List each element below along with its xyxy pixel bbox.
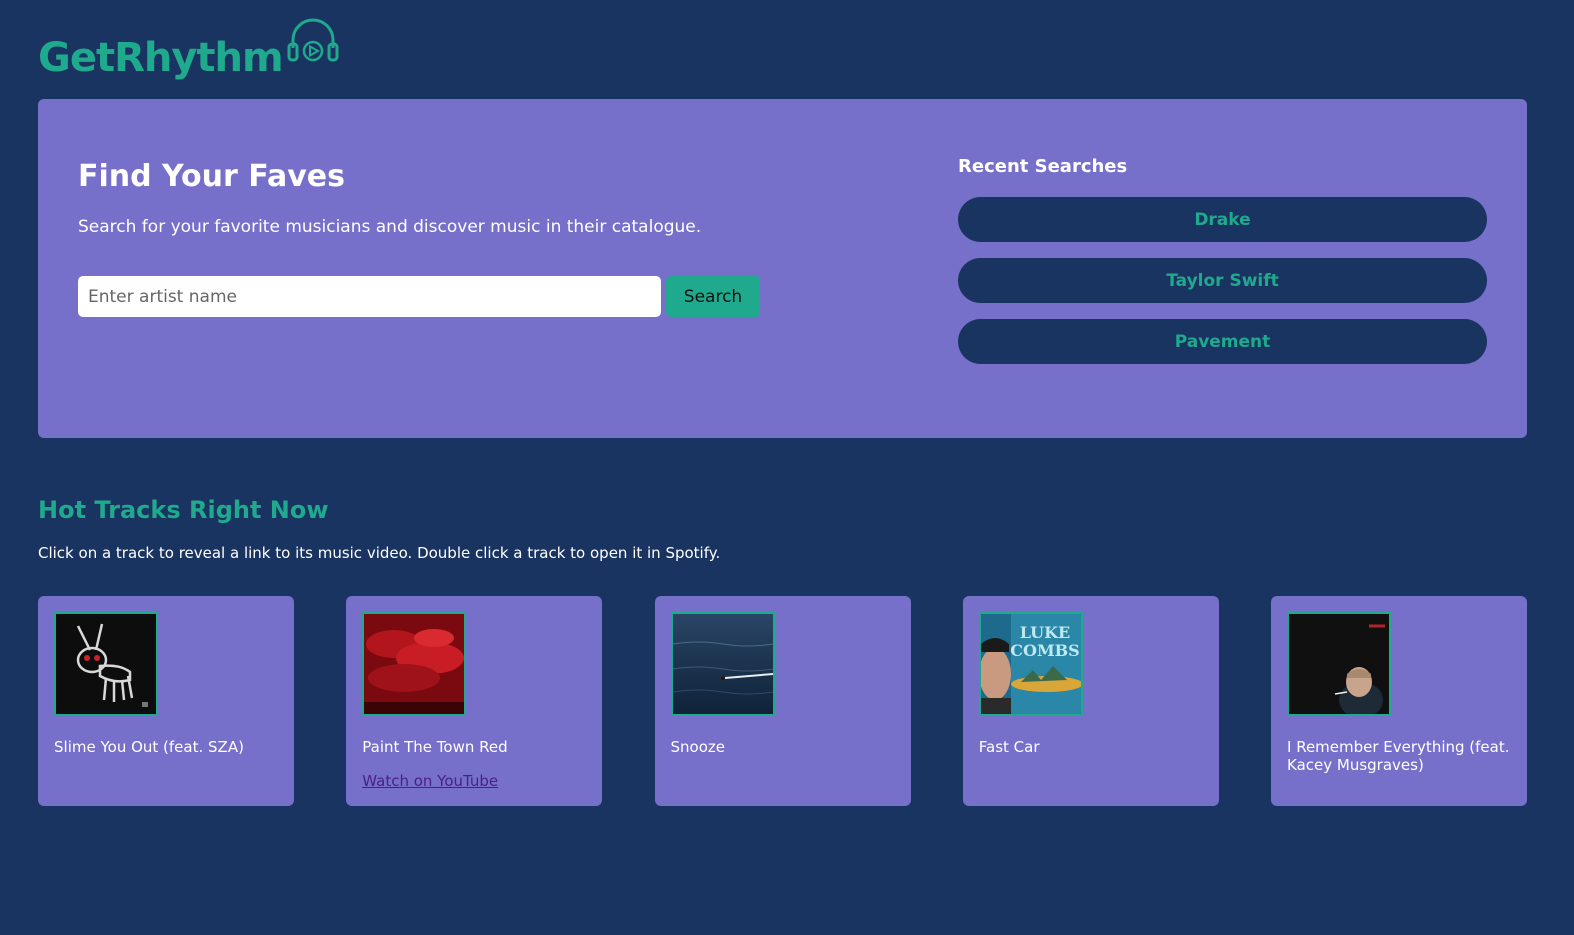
track-name: Fast Car (978, 738, 1040, 756)
recent-searches-list: Drake Taylor Swift Pavement (958, 197, 1487, 364)
album-cover (670, 612, 775, 716)
recent-search-taylor-swift[interactable]: Taylor Swift (958, 258, 1487, 303)
page: GetRhythm Find Your Faves Search for you… (0, 0, 1574, 935)
recent-search-pavement[interactable]: Pavement (958, 319, 1487, 364)
recent-searches-title: Recent Searches (958, 156, 1128, 177)
album-cover: LUKE COMBS (978, 612, 1083, 716)
track-name: Snooze (670, 738, 726, 756)
search-panel: Find Your Faves Search for your favorite… (38, 99, 1527, 438)
track-name: I Remember Everything (feat. Kacey Musgr… (1287, 738, 1510, 774)
watch-on-youtube-link[interactable]: Watch on YouTube (362, 772, 498, 790)
track-name: Paint The Town Red (362, 738, 508, 756)
track-list: Slime You Out (feat. SZA) Paint The Town… (38, 596, 1527, 806)
recent-search-drake[interactable]: Drake (958, 197, 1487, 242)
search-button[interactable]: Search (666, 276, 760, 317)
track-card[interactable]: LUKE COMBS Fast Car (962, 596, 1219, 806)
album-cover (54, 612, 158, 716)
track-card[interactable]: Slime You Out (feat. SZA) (38, 596, 294, 806)
svg-text:LUKE: LUKE (1020, 623, 1070, 642)
hot-tracks-subtitle: Click on a track to reveal a link to its… (38, 544, 721, 562)
logo[interactable]: GetRhythm (38, 18, 339, 81)
logo-text: GetRhythm (38, 35, 284, 81)
search-subtitle: Search for your favorite musicians and d… (78, 217, 702, 237)
track-card[interactable]: I Remember Everything (feat. Kacey Musgr… (1271, 596, 1527, 806)
hot-tracks-title: Hot Tracks Right Now (38, 496, 329, 524)
album-cover (362, 612, 467, 716)
artist-search-input[interactable] (78, 276, 661, 317)
svg-text:COMBS: COMBS (1010, 641, 1079, 660)
search-title: Find Your Faves (78, 159, 345, 194)
headphones-play-icon (287, 18, 339, 68)
track-card[interactable]: Snooze (654, 596, 911, 806)
album-cover (1287, 612, 1391, 716)
track-name: Slime You Out (feat. SZA) (54, 738, 244, 756)
track-card[interactable]: Paint The Town Red Watch on YouTube (346, 596, 603, 806)
